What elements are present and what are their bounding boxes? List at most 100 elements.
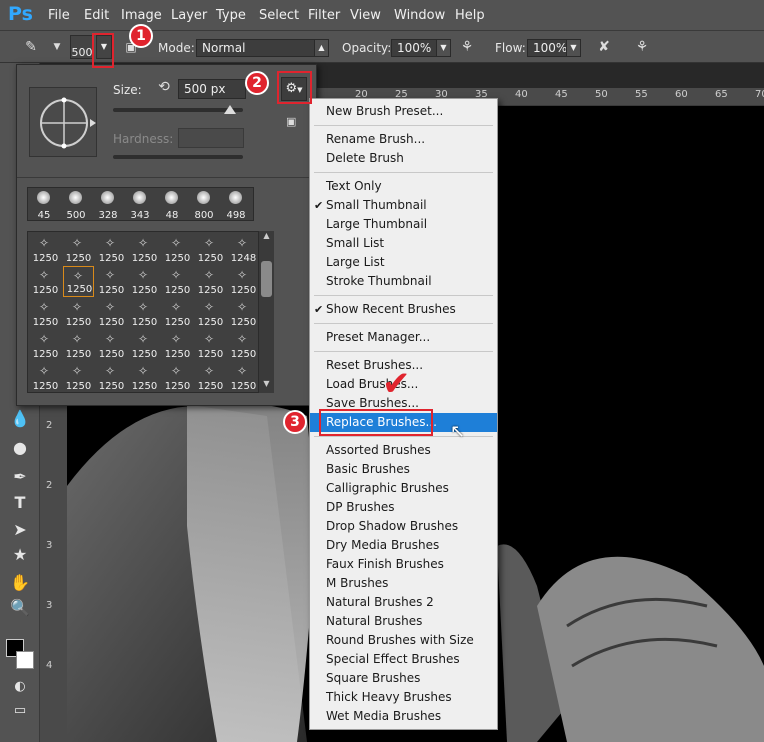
brush-preset-cell[interactable]: ✧ 1250 xyxy=(162,298,193,329)
menu-item-show-recent-brushes[interactable]: ✔ Show Recent Brushes xyxy=(310,300,497,319)
brush-preset-cell[interactable]: ✧ 1250 xyxy=(63,298,94,329)
pressure-size-icon[interactable]: ⚘ xyxy=(631,36,653,58)
menu-item-m-brushes[interactable]: M Brushes xyxy=(310,574,497,593)
quick-mask-icon[interactable]: ◐ xyxy=(6,675,34,699)
brush-grid-scrollbar[interactable]: ▲ ▼ xyxy=(258,231,274,393)
recent-brush[interactable]: 328 xyxy=(92,188,124,222)
brush-preset-cell[interactable]: ✧ 1250 xyxy=(129,266,160,297)
brush-preset-cell[interactable]: ✧ 1250 xyxy=(30,298,61,329)
menu-item-small-list[interactable]: Small List xyxy=(310,234,497,253)
menu-item-small-thumbnail[interactable]: ✔ Small Thumbnail xyxy=(310,196,497,215)
menu-select[interactable]: Select xyxy=(259,8,299,23)
mode-select[interactable]: Normal ▲ xyxy=(196,39,329,57)
brush-preset-cell[interactable]: ✧ 1250 xyxy=(195,298,226,329)
recent-brush[interactable]: 45 xyxy=(28,188,60,222)
menu-item-dp-brushes[interactable]: DP Brushes xyxy=(310,498,497,517)
menu-item-drop-shadow-brushes[interactable]: Drop Shadow Brushes xyxy=(310,517,497,536)
brush-preset-cell[interactable]: ✧ 1250 xyxy=(228,362,259,393)
shape-tool-icon[interactable]: ★ xyxy=(6,543,34,567)
menu-help[interactable]: Help xyxy=(455,8,485,23)
menu-item-thick-heavy-brushes[interactable]: Thick Heavy Brushes xyxy=(310,688,497,707)
menu-item-new-brush-preset[interactable]: New Brush Preset... xyxy=(310,102,497,121)
brush-preset-cell[interactable]: ✧ 1250 xyxy=(96,266,127,297)
menu-item-large-thumbnail[interactable]: Large Thumbnail xyxy=(310,215,497,234)
brush-preset-cell[interactable]: ✧ 1250 xyxy=(195,234,226,265)
brush-preset-cell[interactable]: ✧ 1250 xyxy=(162,330,193,361)
menu-item-natural-brushes-2[interactable]: Natural Brushes 2 xyxy=(310,593,497,612)
brush-preset-cell[interactable]: ✧ 1250 xyxy=(129,298,160,329)
menu-item-stroke-thumbnail[interactable]: Stroke Thumbnail xyxy=(310,272,497,291)
dodge-tool-icon[interactable]: ● xyxy=(6,436,34,460)
brush-preset-cell[interactable]: ✧ 1250 xyxy=(63,234,94,265)
menu-item-square-brushes[interactable]: Square Brushes xyxy=(310,669,497,688)
menu-filter[interactable]: Filter xyxy=(308,8,340,23)
brush-preset-cell[interactable]: ✧ 1250 xyxy=(195,362,226,393)
menu-item-faux-finish-brushes[interactable]: Faux Finish Brushes xyxy=(310,555,497,574)
menu-type[interactable]: Type xyxy=(216,8,246,23)
scroll-up-icon[interactable]: ▲ xyxy=(259,231,274,243)
menu-edit[interactable]: Edit xyxy=(84,8,109,23)
pen-tool-icon[interactable]: ✒ xyxy=(6,465,34,489)
brush-preset-cell[interactable]: ✧ 1250 xyxy=(96,298,127,329)
menu-item-rename-brush[interactable]: Rename Brush... xyxy=(310,130,497,149)
recent-brush[interactable]: 48 xyxy=(156,188,188,222)
brush-angle-preview[interactable] xyxy=(29,87,97,157)
menu-window[interactable]: Window xyxy=(394,8,445,23)
menu-image[interactable]: Image xyxy=(121,8,162,23)
blur-tool-icon[interactable]: 💧 xyxy=(6,407,34,431)
menu-view[interactable]: View xyxy=(350,8,381,23)
size-input[interactable]: 500 px xyxy=(178,79,246,99)
menu-item-dry-media-brushes[interactable]: Dry Media Brushes xyxy=(310,536,497,555)
brush-preset-cell[interactable]: ✧ 1250 xyxy=(162,234,193,265)
brush-preset-cell[interactable]: ✧ 1250 xyxy=(195,330,226,361)
brush-preset-cell[interactable]: ✧ 1250 xyxy=(129,362,160,393)
brush-preset-cell[interactable]: ✧ 1250 xyxy=(30,266,61,297)
brush-preset-cell[interactable]: ✧ 1250 xyxy=(162,266,193,297)
reset-size-icon[interactable]: ⟲ xyxy=(155,79,173,97)
zoom-tool-icon[interactable]: 🔍 xyxy=(6,596,34,620)
brush-preset-cell[interactable]: ✧ 1250 xyxy=(63,266,94,297)
brush-preset-cell[interactable]: ✧ 1250 xyxy=(30,362,61,393)
new-preset-icon[interactable]: ▣ xyxy=(286,115,300,129)
type-tool-icon[interactable]: T xyxy=(6,491,34,515)
menu-item-special-effect-brushes[interactable]: Special Effect Brushes xyxy=(310,650,497,669)
size-slider-thumb[interactable] xyxy=(224,105,236,114)
brush-preset-cell[interactable]: ✧ 1250 xyxy=(129,234,160,265)
brush-preset-cell[interactable]: ✧ 1250 xyxy=(228,266,259,297)
brush-preset-cell[interactable]: ✧ 1248 xyxy=(228,234,259,265)
airbrush-icon[interactable]: ✘ xyxy=(593,36,615,58)
flow-field[interactable]: 100% ▼ xyxy=(527,39,581,57)
menu-item-round-brushes-with-size[interactable]: Round Brushes with Size xyxy=(310,631,497,650)
menu-item-basic-brushes[interactable]: Basic Brushes xyxy=(310,460,497,479)
menu-item-calligraphic-brushes[interactable]: Calligraphic Brushes xyxy=(310,479,497,498)
menu-item-delete-brush[interactable]: Delete Brush xyxy=(310,149,497,168)
recent-brush[interactable]: 800 xyxy=(188,188,220,222)
recent-brush[interactable]: 500 xyxy=(60,188,92,222)
brush-preset-cell[interactable]: ✧ 1250 xyxy=(63,330,94,361)
recent-brush[interactable]: 343 xyxy=(124,188,156,222)
brush-preset-cell[interactable]: ✧ 1250 xyxy=(30,234,61,265)
menu-item-text-only[interactable]: Text Only xyxy=(310,177,497,196)
brush-tool-icon[interactable]: ✎ xyxy=(20,36,42,58)
screen-mode-icon[interactable]: ▭ xyxy=(6,699,34,723)
brush-preset-cell[interactable]: ✧ 1250 xyxy=(96,330,127,361)
scroll-thumb[interactable] xyxy=(261,261,272,297)
menu-item-assorted-brushes[interactable]: Assorted Brushes xyxy=(310,441,497,460)
menu-item-wet-media-brushes[interactable]: Wet Media Brushes xyxy=(310,707,497,726)
scroll-down-icon[interactable]: ▼ xyxy=(259,379,274,391)
brush-preset-cell[interactable]: ✧ 1250 xyxy=(63,362,94,393)
menu-layer[interactable]: Layer xyxy=(171,8,207,23)
brush-size-preview[interactable]: 500 xyxy=(70,35,94,59)
menu-item-preset-manager[interactable]: Preset Manager... xyxy=(310,328,497,347)
brush-preset-cell[interactable]: ✧ 1250 xyxy=(30,330,61,361)
brush-preset-cell[interactable]: ✧ 1250 xyxy=(96,234,127,265)
brush-preset-cell[interactable]: ✧ 1250 xyxy=(228,298,259,329)
recent-brush[interactable]: 498 xyxy=(220,188,252,222)
menu-file[interactable]: File xyxy=(48,8,70,23)
tool-preset-dropdown-icon[interactable]: ▼ xyxy=(46,36,68,58)
brush-preset-cell[interactable]: ✧ 1250 xyxy=(195,266,226,297)
menu-item-large-list[interactable]: Large List xyxy=(310,253,497,272)
brush-preset-cell[interactable]: ✧ 1250 xyxy=(228,330,259,361)
background-color-swatch[interactable] xyxy=(16,651,34,669)
opacity-field[interactable]: 100% ▼ xyxy=(391,39,451,57)
